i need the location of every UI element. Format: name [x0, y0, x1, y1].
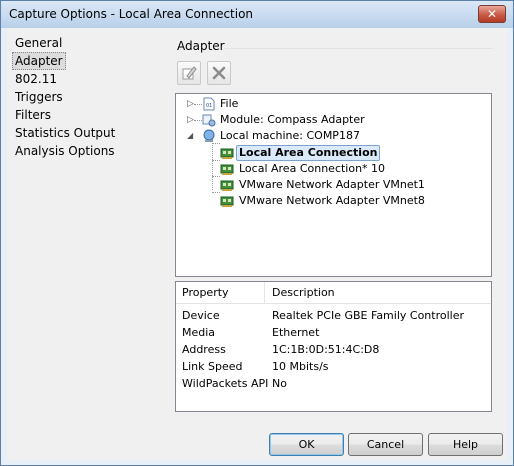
column-header-description[interactable]: Description	[272, 286, 335, 299]
module-icon	[202, 114, 216, 127]
tree-label: Local Area Connection* 10	[239, 162, 386, 175]
expand-arrow-icon[interactable]: ▷	[187, 116, 195, 125]
property-row: Device Realtek PCIe GBE Family Controlle…	[176, 307, 491, 324]
property-value: Ethernet	[272, 326, 320, 339]
tree-item-file[interactable]: ▷ 01 File	[176, 96, 491, 112]
tree-item-adapter[interactable]: VMware Network Adapter VMnet8	[176, 193, 491, 209]
dialog-client-area: General Adapter 802.11 Triggers Filters …	[7, 28, 507, 460]
tree-item-adapter[interactable]: VMware Network Adapter VMnet1	[176, 177, 491, 193]
capture-options-dialog: Capture Options - Local Area Connection …	[0, 0, 514, 466]
nav-item-statistics-output[interactable]: Statistics Output	[12, 124, 118, 142]
property-key: WildPackets API	[182, 377, 269, 390]
property-key: Address	[182, 343, 226, 356]
network-adapter-icon	[220, 148, 234, 159]
property-value: No	[272, 377, 287, 390]
property-key: Device	[182, 309, 220, 322]
adapter-toolbar	[177, 61, 233, 85]
network-adapter-icon	[220, 196, 234, 207]
nav-item-analysis-options[interactable]: Analysis Options	[12, 142, 118, 160]
property-key: Link Speed	[182, 360, 243, 373]
expand-arrow-icon[interactable]: ▷	[187, 100, 195, 109]
properties-header: Property Description	[176, 282, 491, 304]
svg-text:01: 01	[206, 103, 212, 109]
help-button[interactable]: Help	[428, 433, 503, 456]
property-value: 10 Mbits/s	[272, 360, 329, 373]
property-row: WildPackets API No	[176, 375, 491, 392]
nav-item-80211[interactable]: 802.11	[12, 70, 60, 88]
tree-label: VMware Network Adapter VMnet8	[239, 194, 425, 207]
cancel-button[interactable]: Cancel	[348, 433, 423, 456]
edit-button[interactable]	[177, 61, 201, 85]
network-adapter-icon	[220, 164, 234, 175]
delete-icon	[212, 66, 225, 80]
tree-label-selected: Local Area Connection	[236, 145, 381, 161]
property-key: Media	[182, 326, 216, 339]
tree-item-local-machine[interactable]: ◢ Local machine: COMP187	[176, 128, 491, 144]
window-title: Capture Options - Local Area Connection	[9, 7, 254, 21]
edit-icon	[182, 66, 197, 80]
close-button[interactable]: ✕	[478, 5, 506, 23]
property-row: Media Ethernet	[176, 324, 491, 341]
delete-button[interactable]	[206, 61, 231, 85]
title-bar[interactable]: Capture Options - Local Area Connection …	[1, 1, 513, 28]
section-title: Adapter	[177, 39, 225, 53]
network-adapter-icon	[220, 180, 234, 191]
nav-item-triggers[interactable]: Triggers	[12, 88, 66, 106]
nav-item-adapter[interactable]: Adapter	[12, 52, 66, 70]
file-icon: 01	[203, 97, 215, 111]
tree-label: Local machine: COMP187	[220, 129, 360, 142]
collapse-arrow-icon[interactable]: ◢	[187, 132, 195, 140]
tree-item-adapter[interactable]: Local Area Connection	[176, 145, 491, 161]
tree-label: File	[220, 97, 239, 110]
computer-icon	[203, 129, 215, 142]
options-nav: General Adapter 802.11 Triggers Filters …	[7, 34, 157, 160]
tree-label: VMware Network Adapter VMnet1	[239, 178, 425, 191]
property-value: Realtek PCIe GBE Family Controller	[272, 309, 465, 322]
column-separator[interactable]	[264, 282, 265, 304]
property-row: Address 1C:1B:0D:51:4C:D8	[176, 341, 491, 358]
property-row: Link Speed 10 Mbits/s	[176, 358, 491, 375]
property-value: 1C:1B:0D:51:4C:D8	[272, 343, 380, 356]
tree-item-module[interactable]: ▷ Module: Compass Adapter	[176, 112, 491, 128]
section-divider	[225, 48, 493, 49]
properties-list[interactable]: Property Description Device Realtek PCIe…	[175, 281, 492, 412]
column-header-property[interactable]: Property	[182, 286, 229, 299]
tree-label: Module: Compass Adapter	[220, 113, 365, 126]
nav-item-general[interactable]: General	[12, 34, 65, 52]
tree-item-adapter[interactable]: Local Area Connection* 10	[176, 161, 491, 177]
adapter-tree[interactable]: ▷ 01 File ▷ Module: Compass Adapter ◢ Lo…	[175, 93, 492, 277]
ok-button[interactable]: OK	[269, 433, 344, 456]
nav-item-filters[interactable]: Filters	[12, 106, 54, 124]
